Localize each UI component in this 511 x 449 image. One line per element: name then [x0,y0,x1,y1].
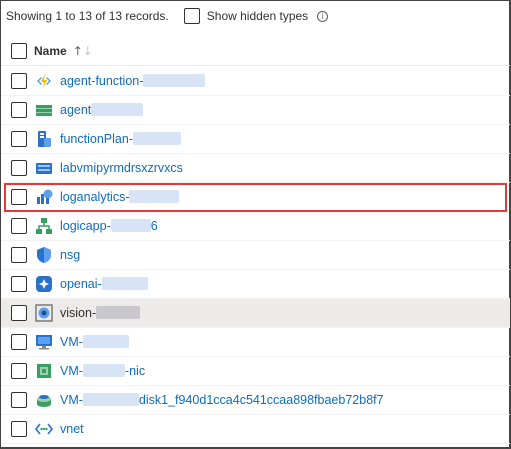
storage-account-icon [35,101,53,119]
resource-name-link[interactable]: loganalytics- [60,190,180,204]
table-row[interactable]: agent [1,96,510,125]
table-row-selected[interactable]: loganalytics- [4,183,507,212]
resource-name-link[interactable]: labvmipyrmdrsxzrvxcs [60,161,183,175]
resource-name-link[interactable]: vision- [60,306,141,320]
table-row[interactable]: VM- [1,328,510,357]
row-checkbox[interactable] [11,247,27,263]
function-app-icon [35,72,53,90]
row-checkbox[interactable] [11,218,27,234]
resource-name-link[interactable]: nsg [60,248,80,262]
virtual-network-icon [35,420,53,438]
resource-table-body: agent-function- agent functionPlan- labv… [1,67,510,444]
computer-vision-icon [35,304,53,322]
column-header-name[interactable]: Name [34,44,67,58]
network-security-group-icon [35,246,53,264]
table-row[interactable]: labvmipyrmdrsxzrvxcs [1,154,510,183]
row-checkbox[interactable] [11,73,27,89]
info-icon[interactable]: i [317,10,329,22]
select-all-checkbox[interactable] [11,42,27,59]
show-hidden-types-checkbox[interactable] [183,8,200,24]
network-interface-icon [35,362,53,380]
openai-icon [35,275,53,293]
table-row[interactable]: logicapp- 6 [1,212,510,241]
storage-account-icon [35,159,53,177]
resource-name-link[interactable]: vnet [60,422,84,436]
table-row[interactable]: nsg [1,241,510,270]
resource-name-link[interactable]: VM- [60,335,129,349]
row-checkbox[interactable] [11,392,27,408]
resource-name-link[interactable]: functionPlan- [60,132,181,146]
row-checkbox[interactable] [11,160,27,176]
log-analytics-icon [35,188,53,206]
resource-list-panel: Showing 1 to 13 of 13 records. Show hidd… [0,0,511,449]
table-row-hovered[interactable]: vision- [1,299,510,328]
table-row[interactable]: openai- [1,270,510,299]
row-checkbox[interactable] [11,363,27,379]
sort-ascending-icon[interactable]: ↑↓ [73,44,93,58]
row-checkbox[interactable] [11,131,27,147]
table-row[interactable]: VM- -nic [1,357,510,386]
row-checkbox[interactable] [11,334,27,350]
logic-app-icon [35,217,53,235]
resource-name-link[interactable]: openai- [60,277,148,291]
resource-name-link[interactable]: agent-function- [60,74,206,88]
row-checkbox[interactable] [11,276,27,292]
resource-name-link[interactable]: logicapp- 6 [60,219,158,233]
resource-name-link[interactable]: VM-disk1_f940d1cca4c541ccaa898fbaeb72b8f… [60,393,384,407]
list-toolbar: Showing 1 to 13 of 13 records. Show hidd… [1,1,510,31]
app-service-plan-icon [35,130,53,148]
row-checkbox[interactable] [11,305,27,321]
table-row[interactable]: vnet [1,415,510,444]
table-row[interactable]: functionPlan- [1,125,510,154]
row-checkbox[interactable] [11,421,27,437]
show-hidden-types-label[interactable]: Show hidden types [207,9,308,23]
virtual-machine-icon [35,333,53,351]
table-row[interactable]: agent-function- [1,67,510,96]
table-header: Name ↑↓ [1,36,510,66]
row-checkbox[interactable] [11,189,27,205]
resource-name-link[interactable]: agent [60,103,144,117]
table-row[interactable]: VM-disk1_f940d1cca4c541ccaa898fbaeb72b8f… [1,386,510,415]
row-checkbox[interactable] [11,102,27,118]
disk-icon [35,391,53,409]
resource-name-link[interactable]: VM- -nic [60,364,145,378]
records-count-text: Showing 1 to 13 of 13 records. [6,9,169,23]
